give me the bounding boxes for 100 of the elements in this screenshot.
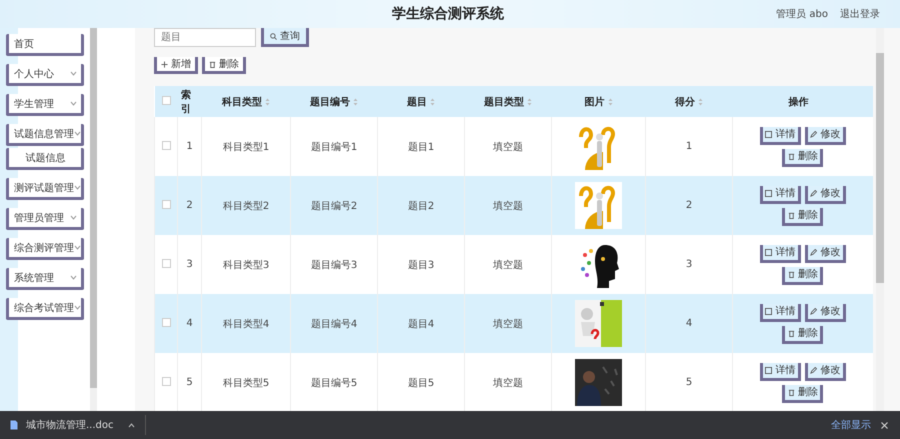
table-cell: 填空题 [493, 200, 523, 212]
edit-button[interactable]: 修改 [804, 244, 846, 262]
row-checkbox[interactable] [162, 318, 170, 326]
table-cell: 5 [186, 377, 193, 388]
table-cell: 5 [686, 377, 692, 388]
column-header[interactable]: 题目 [407, 94, 427, 108]
trash-icon [788, 152, 795, 160]
chevron-icon [74, 305, 81, 310]
row-checkbox[interactable] [162, 140, 170, 150]
chevron-icon [70, 71, 77, 76]
plus-icon [161, 60, 168, 68]
delete-button[interactable]: 删除 [782, 326, 824, 344]
add-button[interactable]: 新增 [154, 57, 198, 74]
table-cell: 科目类型1 [222, 142, 270, 152]
column-header[interactable]: 得分 [675, 94, 695, 108]
detail-button[interactable]: 详情 [760, 126, 801, 144]
table-cell: 题目编号1 [310, 142, 358, 152]
delete-button[interactable]: 删除 [202, 57, 246, 74]
chevron-icon [74, 185, 81, 190]
pencil-icon [810, 308, 818, 314]
search-field[interactable]: 题目 [154, 28, 256, 47]
table-cell: 题目编号3 [310, 260, 358, 270]
detail-button[interactable]: 详情 [760, 304, 801, 322]
delete-button[interactable]: 删除 [782, 384, 824, 402]
row-checkbox[interactable] [162, 200, 170, 208]
chevron-icon [70, 275, 77, 280]
table-cell: 1 [686, 141, 692, 152]
trash-icon [209, 60, 216, 68]
chevron-icon [70, 215, 77, 220]
pencil-icon [810, 130, 818, 138]
trash-icon [788, 212, 795, 218]
table-cell: 2 [686, 200, 692, 211]
detail-button[interactable]: 详情 [760, 186, 801, 204]
edit-button[interactable]: 修改 [804, 126, 846, 144]
menu-item[interactable]: 试题信息管理 [6, 124, 84, 146]
table-cell: 1 [186, 141, 193, 152]
caret-icon [128, 422, 134, 428]
logout-link[interactable]: 退出登录 [840, 7, 880, 21]
menu-item[interactable]: 综合测评管理 [6, 238, 84, 260]
menu-item[interactable]: 综合考试管理 [6, 298, 84, 320]
square-icon [765, 130, 772, 138]
search-icon [270, 32, 277, 40]
app-title: 学生综合测评系统 [391, 5, 506, 23]
search-button[interactable]: 查询 [261, 28, 309, 47]
trash-icon [788, 330, 795, 336]
file-icon [10, 420, 18, 430]
row-checkbox[interactable] [162, 258, 170, 268]
download-file-name[interactable]: 城市物流管理...doc [26, 418, 114, 432]
delete-button[interactable]: 删除 [782, 266, 824, 284]
trash-icon [788, 388, 795, 396]
table-cell: 3 [186, 259, 193, 270]
table-cell: 题目5 [408, 378, 434, 388]
menu-item[interactable]: 个人中心 [6, 64, 84, 86]
chevron-icon [74, 131, 81, 136]
table-cell: 题目1 [408, 142, 434, 152]
table-cell: 题目3 [408, 260, 434, 270]
edit-button[interactable]: 修改 [804, 304, 846, 322]
delete-button[interactable]: 删除 [782, 208, 824, 226]
table-cell: 填空题 [493, 318, 523, 330]
table-cell: 题目2 [408, 200, 434, 212]
row-checkbox[interactable] [162, 376, 170, 386]
column-header[interactable]: 图片 [584, 94, 604, 108]
page-scrollbar[interactable] [876, 28, 884, 411]
menu-item[interactable]: 测评试题管理 [6, 178, 84, 200]
user-label: 管理员 abo [776, 8, 828, 21]
table-cell: 科目类型4 [222, 318, 270, 330]
table-cell: 题目编号4 [310, 318, 358, 330]
table-cell: 填空题 [493, 260, 523, 270]
table-cell: 科目类型2 [222, 200, 270, 212]
table-cell: 4 [186, 318, 193, 329]
edit-button[interactable]: 修改 [804, 186, 846, 204]
nav-item[interactable]: 首页 [6, 34, 84, 56]
trash-icon [788, 270, 795, 278]
pencil-icon [810, 366, 818, 374]
column-header: 索引 [180, 88, 192, 116]
chevron-icon [74, 245, 81, 250]
square-icon [765, 308, 772, 314]
square-icon [765, 366, 772, 374]
pencil-icon [810, 248, 818, 256]
edit-button[interactable]: 修改 [804, 362, 846, 380]
sidebar-scrollbar[interactable] [90, 28, 97, 411]
pencil-icon [810, 190, 818, 196]
menu-item[interactable]: 学生管理 [6, 94, 84, 116]
column-header: 操作 [788, 96, 808, 108]
table-cell: 题目4 [408, 318, 434, 330]
menu-item[interactable]: 管理员管理 [6, 208, 84, 230]
table-cell: 科目类型3 [222, 260, 270, 270]
select-all-checkbox[interactable] [162, 96, 170, 104]
show-all-link[interactable]: 全部显示 [831, 418, 871, 432]
table-cell: 填空题 [493, 142, 523, 152]
table-cell: 填空题 [493, 378, 523, 388]
table-cell: 3 [686, 259, 692, 270]
close-icon[interactable] [881, 422, 888, 428]
square-icon [765, 190, 772, 196]
menu-item[interactable]: 系统管理 [6, 268, 84, 290]
detail-button[interactable]: 详情 [760, 244, 801, 262]
submenu-item[interactable]: 试题信息 [6, 148, 84, 170]
delete-button[interactable]: 删除 [782, 148, 824, 166]
detail-button[interactable]: 详情 [760, 362, 801, 380]
square-icon [765, 248, 772, 256]
